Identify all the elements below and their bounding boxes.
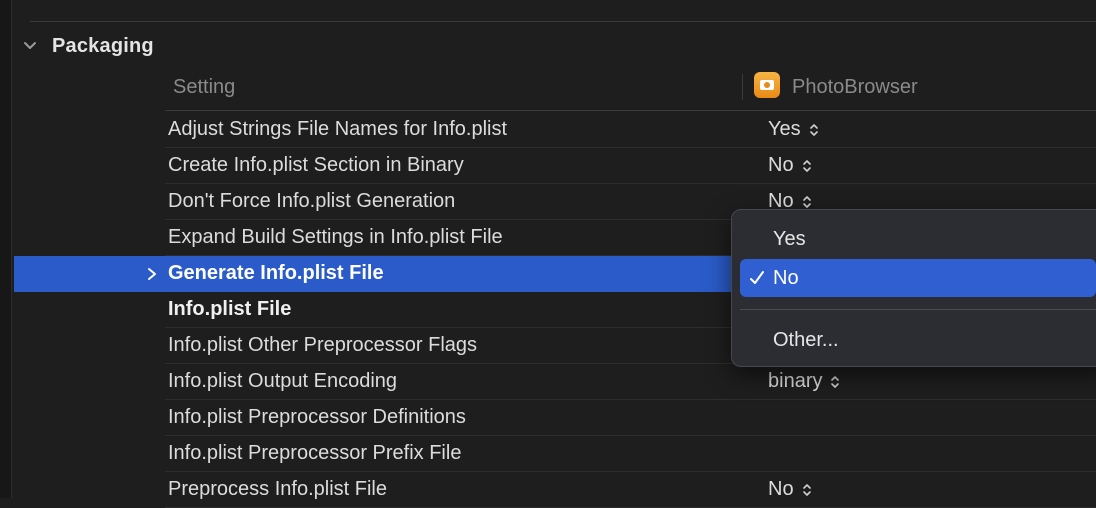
setting-name: Info.plist Other Preprocessor Flags: [168, 334, 478, 356]
setting-name: Info.plist Preprocessor Definitions: [168, 406, 466, 428]
setting-value[interactable]: Yes: [768, 112, 819, 147]
section-title: Packaging: [52, 34, 154, 57]
setting-name: Adjust Strings File Names for Info.plist: [168, 118, 508, 140]
popup-option-label: Yes: [773, 228, 806, 250]
setting-name: Don't Force Info.plist Generation: [168, 190, 456, 212]
setting-name: Create Info.plist Section in Binary: [168, 154, 464, 176]
section-divider: [30, 21, 1096, 22]
setting-name: Info.plist Output Encoding: [168, 370, 398, 392]
table-row[interactable]: Preprocess Info.plist File No: [165, 472, 1096, 508]
setting-name: Generate Info.plist File: [168, 262, 384, 284]
popup-separator: [740, 309, 1096, 310]
up-down-chevron-icon: [802, 194, 812, 210]
up-down-chevron-icon: [830, 374, 840, 390]
checkmark-icon: [748, 268, 768, 288]
setting-value-text: Yes: [768, 118, 801, 140]
popup-option-label: Other...: [773, 329, 839, 351]
target-column-header[interactable]: PhotoBrowser: [792, 68, 918, 106]
popup-option-other[interactable]: Other...: [740, 321, 1096, 359]
chevron-right-icon[interactable]: [142, 264, 162, 284]
table-row[interactable]: Info.plist Output Encoding binary: [165, 364, 1096, 400]
setting-value[interactable]: binary: [768, 364, 840, 399]
setting-value-text: No: [768, 154, 794, 176]
setting-value-text: binary: [768, 370, 823, 392]
setting-name: Expand Build Settings in Info.plist File: [168, 226, 503, 248]
setting-value[interactable]: No: [768, 148, 812, 183]
table-row[interactable]: Info.plist Preprocessor Prefix File: [165, 436, 1096, 472]
column-divider: [742, 74, 743, 100]
up-down-chevron-icon: [809, 122, 819, 138]
setting-column-header[interactable]: Setting: [173, 68, 235, 106]
chevron-down-icon[interactable]: [20, 36, 40, 56]
setting-name: Info.plist Preprocessor Prefix File: [168, 442, 462, 464]
setting-value-text: No: [768, 478, 794, 500]
value-popup-menu: Yes No Other...: [731, 209, 1096, 367]
setting-name: Preprocess Info.plist File: [168, 478, 387, 500]
window-left-edge: [0, 0, 12, 498]
popup-option-label: No: [773, 267, 799, 289]
section-header-packaging[interactable]: Packaging: [20, 33, 154, 59]
popup-option-yes[interactable]: Yes: [740, 220, 1096, 258]
up-down-chevron-icon: [802, 158, 812, 174]
table-row[interactable]: Info.plist Preprocessor Definitions: [165, 400, 1096, 436]
table-header: Setting PhotoBrowser: [165, 68, 1096, 111]
popup-option-no[interactable]: No: [740, 259, 1096, 297]
setting-value[interactable]: No: [768, 472, 812, 507]
app-target-icon: [754, 72, 780, 98]
setting-name: Info.plist File: [168, 298, 292, 320]
up-down-chevron-icon: [802, 482, 812, 498]
table-row[interactable]: Create Info.plist Section in Binary No: [165, 148, 1096, 184]
table-row[interactable]: Adjust Strings File Names for Info.plist…: [165, 112, 1096, 148]
